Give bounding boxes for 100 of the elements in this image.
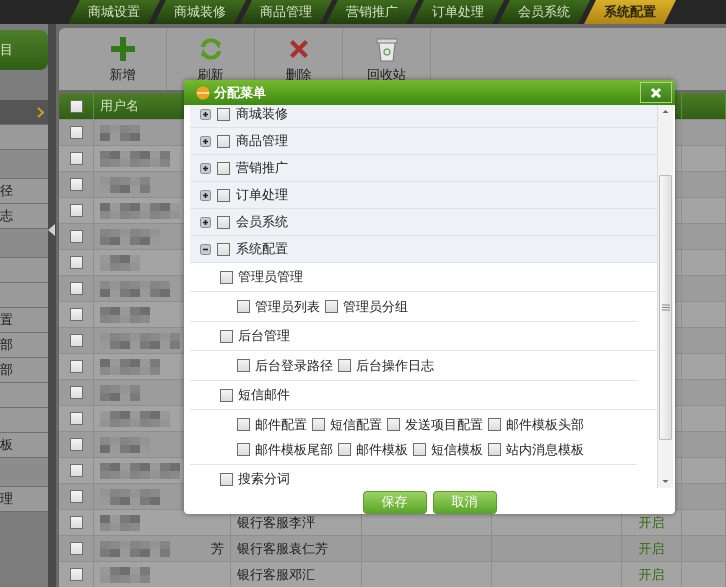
row-checkbox[interactable] xyxy=(70,516,82,529)
row-checkbox[interactable] xyxy=(70,126,82,139)
checkbox[interactable] xyxy=(338,359,351,372)
checkbox[interactable] xyxy=(237,300,250,313)
menu-label: 管理员分组 xyxy=(343,298,408,316)
checkbox[interactable] xyxy=(325,300,338,313)
checkbox[interactable] xyxy=(488,418,501,431)
menu-label: 短信邮件 xyxy=(238,387,290,404)
toolbar-button[interactable]: 新增 xyxy=(79,28,167,90)
nav-tab[interactable]: 订单处理 xyxy=(412,0,504,24)
row-checkbox[interactable] xyxy=(70,152,82,165)
checkbox[interactable] xyxy=(338,443,351,456)
nav-tab[interactable]: 商品管理 xyxy=(240,0,332,24)
row-checkbox[interactable] xyxy=(70,360,82,373)
checkbox[interactable] xyxy=(217,134,230,148)
pixelated-block xyxy=(100,280,170,296)
expand-icon[interactable] xyxy=(200,162,211,174)
trash-bin-icon xyxy=(376,36,398,62)
nav-tab[interactable]: 系统配置 xyxy=(584,0,676,24)
collapse-arrow-icon[interactable] xyxy=(48,224,55,236)
sidebar-item[interactable]: 径 xyxy=(0,179,48,204)
scrollbar-thumb[interactable] xyxy=(659,175,672,440)
checkbox[interactable] xyxy=(237,443,250,456)
sidebar-item-label: 径 xyxy=(0,183,13,200)
expand-icon[interactable] xyxy=(200,136,211,146)
sidebar-item[interactable]: 部 xyxy=(0,333,48,358)
pixelated-block xyxy=(100,228,160,244)
pixelated-block xyxy=(100,514,140,530)
expand-icon[interactable] xyxy=(200,190,211,200)
row-checkbox[interactable] xyxy=(70,204,82,217)
table-cell: 银行客服邓汇 xyxy=(231,562,362,587)
menu-label: 订单处理 xyxy=(236,187,288,204)
row-checkbox[interactable] xyxy=(70,282,82,295)
pixelated-block xyxy=(100,306,150,322)
checkbox[interactable] xyxy=(237,359,250,372)
collapse-icon[interactable] xyxy=(200,244,211,254)
checkbox[interactable] xyxy=(220,270,233,284)
row-checkbox[interactable] xyxy=(70,568,82,581)
menu-label: 邮件模板头部 xyxy=(506,416,584,434)
pixelated-block xyxy=(100,176,150,192)
menu-label: 搜索分词 xyxy=(238,471,290,488)
checkbox[interactable] xyxy=(217,108,230,120)
select-all-checkbox[interactable] xyxy=(70,100,82,112)
checkbox[interactable] xyxy=(220,388,233,402)
row-checkbox[interactable] xyxy=(70,230,82,243)
close-icon xyxy=(650,86,662,98)
row-checkbox[interactable] xyxy=(70,386,82,399)
sidebar-item[interactable]: 板 xyxy=(0,433,48,458)
menu-label: 商城装修 xyxy=(236,106,288,123)
sidebar-item[interactable]: 理 xyxy=(0,487,48,512)
checkbox[interactable] xyxy=(220,330,233,342)
sidebar-item-label: 理 xyxy=(0,491,13,508)
nav-tab[interactable]: 会员系统 xyxy=(498,0,590,24)
checkbox[interactable] xyxy=(237,418,250,431)
checkbox[interactable] xyxy=(217,188,230,202)
pixelated-block xyxy=(100,566,150,582)
pixelated-block xyxy=(100,540,170,556)
menu-label: 会员系统 xyxy=(236,214,288,231)
sidebar-header: 目 xyxy=(0,30,48,70)
menu-label: 后台管理 xyxy=(238,328,290,345)
sidebar-item[interactable]: 部 xyxy=(0,358,48,383)
sidebar-item-label: 部 xyxy=(0,337,13,354)
row-checkbox[interactable] xyxy=(70,308,82,321)
pixelated-block xyxy=(100,410,170,426)
checkbox[interactable] xyxy=(220,472,233,486)
menu-label: 后台操作日志 xyxy=(356,358,434,374)
checkbox[interactable] xyxy=(217,242,230,256)
sidebar-item[interactable]: 志 xyxy=(0,204,48,229)
row-checkbox[interactable] xyxy=(70,542,82,555)
expand-icon[interactable] xyxy=(200,216,211,228)
nav-tab[interactable]: 商城设置 xyxy=(68,0,160,24)
scrollbar[interactable] xyxy=(658,105,673,488)
checkbox[interactable] xyxy=(413,443,426,456)
sidebar-item[interactable] xyxy=(0,100,48,125)
checkbox[interactable] xyxy=(312,418,325,431)
row-checkbox[interactable] xyxy=(70,464,82,477)
row-checkbox[interactable] xyxy=(70,438,82,451)
pixelated-block xyxy=(100,358,160,374)
expand-icon[interactable] xyxy=(200,108,211,120)
pixelated-block xyxy=(100,384,140,400)
row-checkbox[interactable] xyxy=(70,490,82,503)
checkbox[interactable] xyxy=(217,162,230,174)
nav-tab[interactable]: 营销推广 xyxy=(326,0,418,24)
checkbox[interactable] xyxy=(217,216,230,228)
sidebar-item[interactable]: 置 xyxy=(0,308,48,333)
pixelated-block xyxy=(100,436,150,452)
menu-label: 营销推广 xyxy=(236,160,288,177)
row-checkbox[interactable] xyxy=(70,256,82,269)
row-checkbox[interactable] xyxy=(70,178,82,191)
close-button[interactable] xyxy=(640,82,672,103)
checkbox[interactable] xyxy=(387,418,400,431)
checkbox[interactable] xyxy=(488,443,501,456)
sidebar-item-label: 部 xyxy=(0,362,13,379)
menu-label: 短信模板 xyxy=(431,442,483,458)
pixelated-block xyxy=(100,150,170,166)
status-cell: 开启 xyxy=(622,562,682,587)
menu-label: 邮件配置 xyxy=(255,416,307,434)
row-checkbox[interactable] xyxy=(70,412,82,425)
row-checkbox[interactable] xyxy=(70,334,82,347)
nav-tab[interactable]: 商城装修 xyxy=(154,0,246,24)
